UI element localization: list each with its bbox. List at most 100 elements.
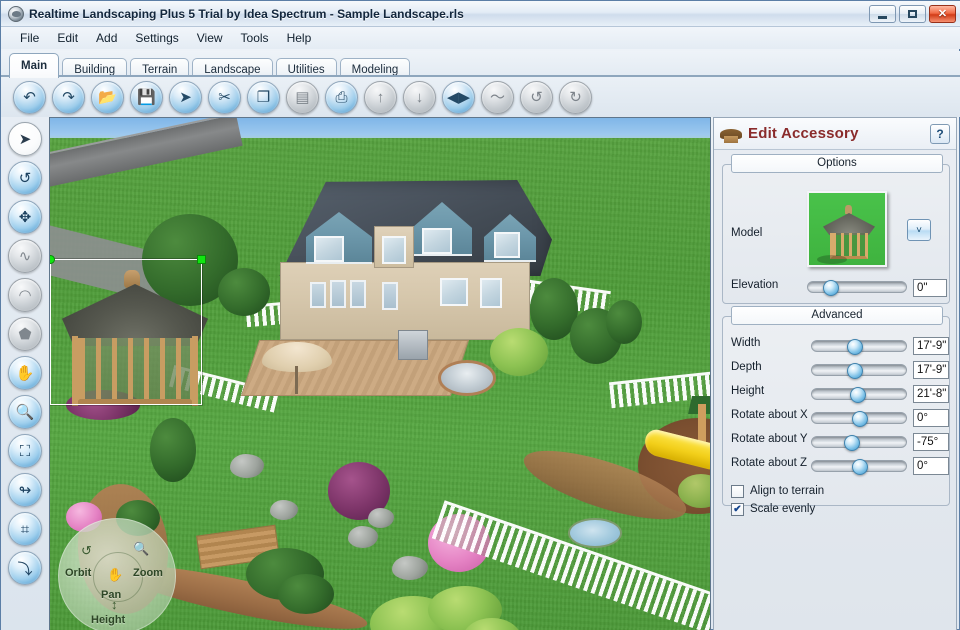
draw-arc-icon[interactable]: ◠	[8, 278, 42, 312]
select-arrow-icon-glyph: ➤	[179, 88, 192, 106]
slider-thumb[interactable]	[852, 459, 868, 475]
slider-thumb[interactable]	[852, 411, 868, 427]
mirror-flip-icon-glyph: ◀▶	[446, 88, 471, 106]
menu-tools[interactable]: Tools	[232, 29, 278, 47]
house-model[interactable]	[262, 170, 552, 355]
draw-curve-icon[interactable]: ∿	[8, 239, 42, 273]
nav-pan-label[interactable]: Pan	[101, 589, 121, 601]
raise-terrain-icon[interactable]: ↑	[364, 80, 397, 114]
rotate-right-icon[interactable]: ↻	[559, 80, 592, 114]
tab-strip: Main Building Terrain Landscape Utilitie…	[1, 51, 960, 80]
measure-tape-icon[interactable]: ⤵	[8, 551, 42, 585]
menu-edit[interactable]: Edit	[48, 29, 87, 47]
move-object-icon[interactable]: ✥	[8, 200, 42, 234]
nav-height-label[interactable]: Height	[91, 614, 125, 626]
orbit-rotate-icon-glyph: ↺	[18, 170, 32, 187]
print-icon[interactable]: ⎙	[325, 80, 358, 114]
redo-arrow-icon[interactable]: ↷	[52, 80, 85, 114]
lower-terrain-icon[interactable]: ↓	[403, 80, 436, 114]
help-button[interactable]: ?	[930, 124, 950, 144]
pointer-select-icon[interactable]: ➤	[8, 122, 42, 156]
value-height[interactable]: 21'-8"	[913, 385, 949, 403]
elevation-slider[interactable]	[807, 280, 907, 296]
close-button[interactable]: ✕	[929, 5, 956, 23]
model-thumbnail[interactable]	[807, 191, 887, 267]
open-folder-icon[interactable]: 📂	[91, 80, 124, 114]
slider-rotate-about-y[interactable]	[811, 435, 907, 451]
pointer-select-icon-glyph: ➤	[18, 131, 32, 148]
checkbox-label: Align to terrain	[750, 485, 825, 497]
window-title: Realtime Landscaping Plus 5 Trial by Ide…	[29, 6, 464, 21]
zoom-magnifier-icon[interactable]: 🔍	[8, 395, 42, 429]
draw-polygon-icon[interactable]: ⬟	[8, 317, 42, 351]
slider-rotate-about-z[interactable]	[811, 459, 907, 475]
model-label: Model	[731, 227, 763, 239]
patio-door	[382, 282, 398, 310]
slider-width[interactable]	[811, 339, 907, 355]
zoom-window-icon[interactable]: ⛶	[8, 434, 42, 468]
nav-orbit-label[interactable]: Orbit	[65, 567, 91, 579]
walkthrough-icon-glyph: ↬	[18, 482, 32, 499]
row-label: Rotate about Z	[731, 457, 808, 469]
checkbox-align-to-terrain[interactable]	[731, 484, 744, 498]
scissors-cut-icon[interactable]: ✂	[208, 80, 241, 114]
hot-tub	[438, 360, 496, 396]
outdoor-grill	[398, 330, 428, 360]
save-disk-icon[interactable]: 💾	[130, 80, 163, 114]
3d-viewport[interactable]: ↺ 🔍 ✋ ↕ Orbit Zoom Pan Height	[49, 117, 711, 630]
checkbox-row[interactable]: Align to terrain	[731, 483, 824, 499]
value-width[interactable]: 17'-9"	[913, 337, 949, 355]
slider-thumb[interactable]	[847, 363, 864, 379]
model-dropdown-button[interactable]: ˅	[907, 219, 931, 241]
advanced-row: Rotate about X 0°	[723, 407, 951, 429]
pan-hand-icon[interactable]: ✋	[8, 356, 42, 390]
slider-thumb[interactable]	[844, 435, 860, 451]
selection-handle[interactable]	[50, 255, 55, 264]
value-rotate-about-y[interactable]: -75°	[913, 433, 949, 451]
main-toolbar: ↶ ↷ 📂 💾 ➤ ✂ ❐ ▤ ⎙ ↑ ↓ ◀▶ 〜 ↺ ↻	[1, 77, 960, 117]
select-arrow-icon[interactable]: ➤	[169, 80, 202, 114]
thumb-shadow	[817, 255, 847, 264]
mirror-flip-icon[interactable]: ◀▶	[442, 80, 475, 114]
row-label: Height	[731, 385, 765, 397]
paste-clipboard-icon[interactable]: ▤	[286, 80, 319, 114]
slider-thumb[interactable]	[847, 339, 864, 355]
menu-help[interactable]: Help	[278, 29, 321, 47]
value-rotate-about-x[interactable]: 0°	[913, 409, 949, 427]
menu-settings[interactable]: Settings	[126, 29, 187, 47]
slider-height[interactable]	[811, 387, 907, 403]
orbit-rotate-icon[interactable]: ↺	[8, 161, 42, 195]
checkbox-row[interactable]: ✔ Scale evenly	[731, 501, 815, 517]
undo-arrow-icon[interactable]: ↶	[13, 80, 46, 114]
selection-handle[interactable]	[197, 255, 206, 264]
menu-bar: File Edit Add Settings View Tools Help	[1, 27, 960, 49]
value-rotate-about-z[interactable]: 0°	[913, 457, 949, 475]
elevation-value[interactable]: 0"	[913, 279, 947, 297]
maximize-icon	[908, 10, 917, 18]
copy-pages-icon[interactable]: ❐	[247, 80, 280, 114]
selection-bounding-box[interactable]	[50, 255, 206, 405]
lower-terrain-icon-glyph: ↓	[415, 88, 424, 106]
window	[480, 278, 502, 308]
menu-add[interactable]: Add	[87, 29, 126, 47]
walkthrough-icon[interactable]: ↬	[8, 473, 42, 507]
smooth-terrain-icon[interactable]: 〜	[481, 80, 514, 114]
grid-terrain-icon[interactable]: ⌗	[8, 512, 42, 546]
menu-file[interactable]: File	[11, 29, 48, 47]
rotate-left-icon[interactable]: ↺	[520, 80, 553, 114]
slider-rotate-about-x[interactable]	[811, 411, 907, 427]
slider-thumb[interactable]	[850, 387, 867, 403]
minimize-button[interactable]	[869, 5, 896, 23]
value-depth[interactable]: 17'-9"	[913, 361, 949, 379]
menu-view[interactable]: View	[188, 29, 232, 47]
nav-zoom-label[interactable]: Zoom	[133, 567, 163, 579]
navigation-wheel[interactable]: ↺ 🔍 ✋ ↕ Orbit Zoom Pan Height	[58, 518, 176, 630]
app-globe-icon	[8, 5, 24, 22]
maximize-button[interactable]	[899, 5, 926, 23]
slider-depth[interactable]	[811, 363, 907, 379]
elevation-slider-thumb[interactable]	[823, 280, 840, 296]
zoom-magnifier-icon-glyph: 🔍	[15, 404, 35, 421]
tab-main[interactable]: Main	[9, 53, 60, 78]
checkbox-scale-evenly[interactable]: ✔	[731, 502, 744, 516]
advanced-group: Advanced Width 17'-9" Depth 17'-9" Height 21'…	[722, 306, 951, 516]
